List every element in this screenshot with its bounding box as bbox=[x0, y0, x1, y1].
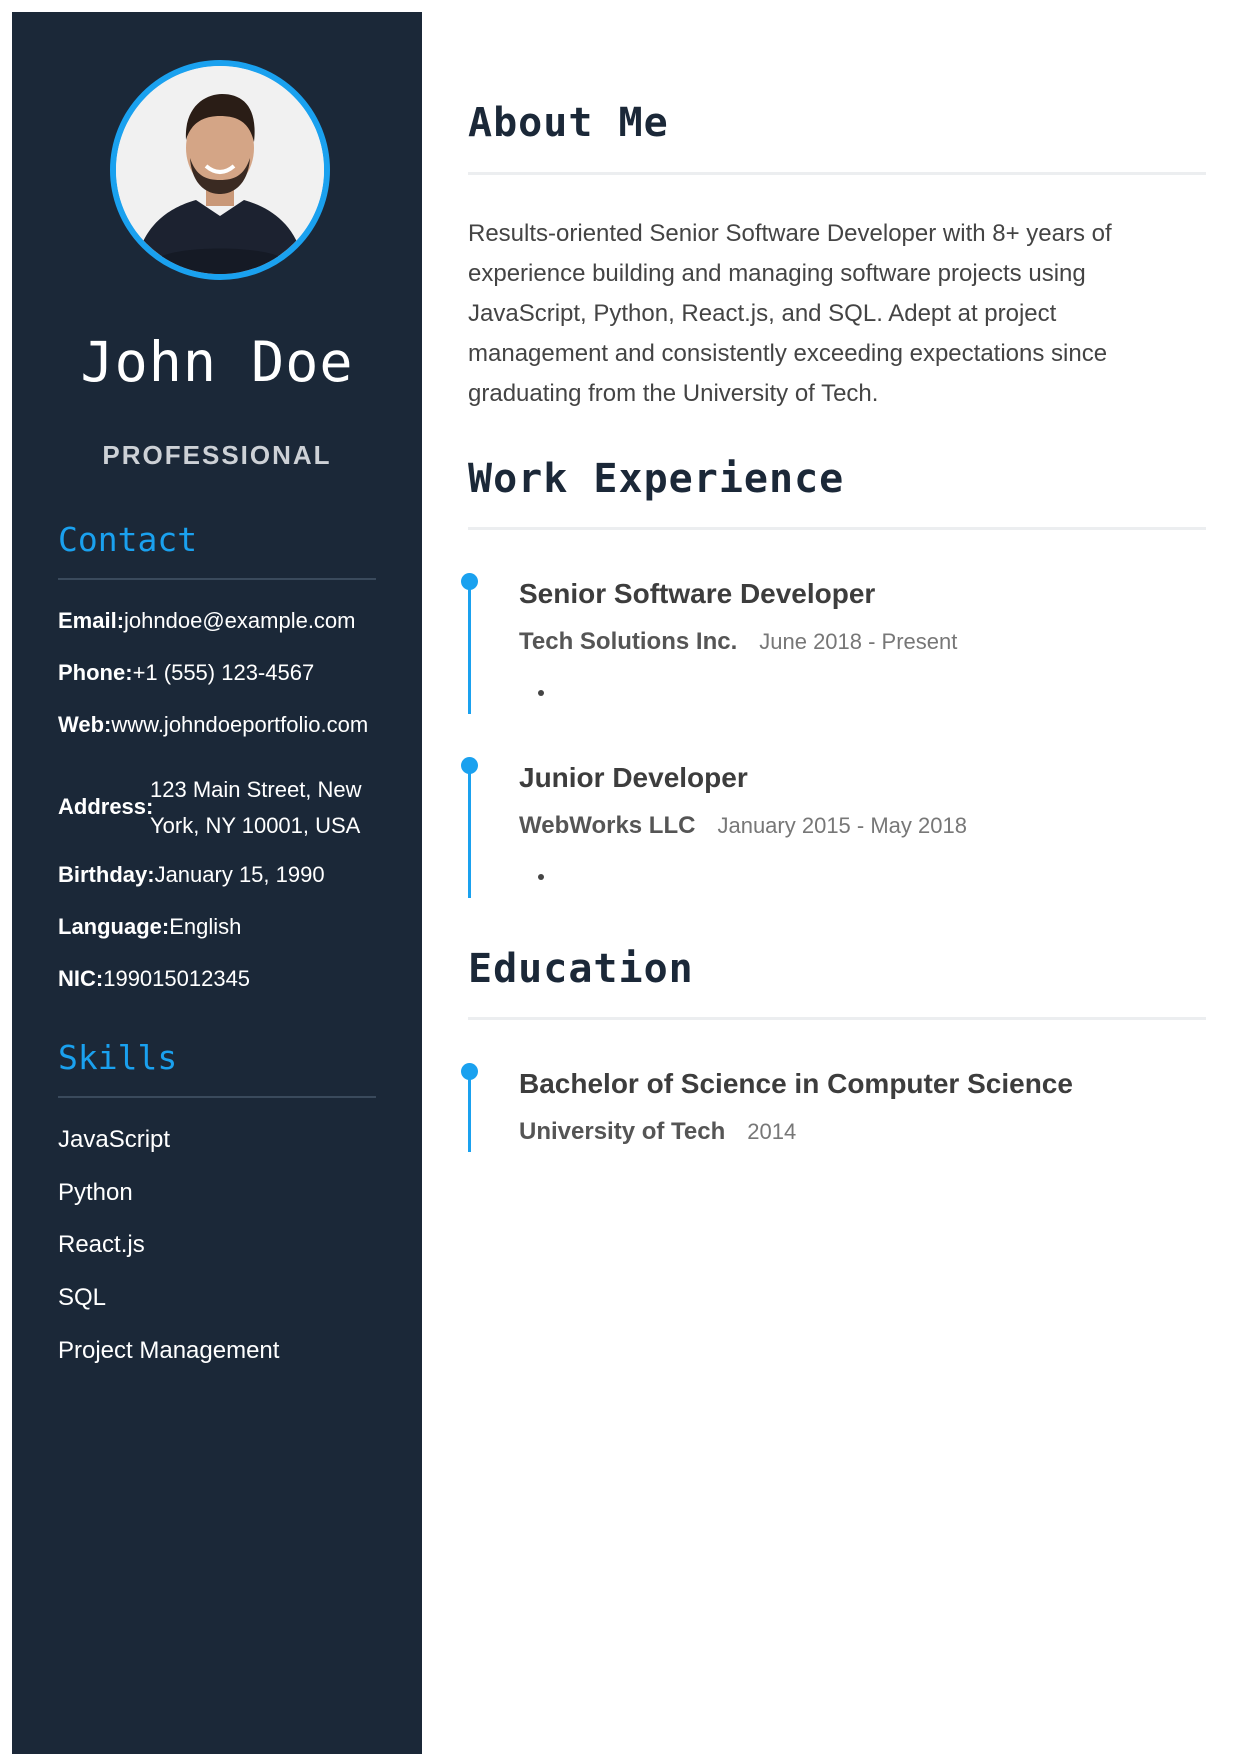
timeline-dot bbox=[461, 573, 478, 590]
web-label: Web: bbox=[58, 712, 112, 737]
work-heading: Work Experience bbox=[468, 456, 845, 502]
education-school: University of Tech bbox=[519, 1118, 726, 1145]
job-company: Tech Solutions Inc. bbox=[519, 628, 738, 655]
address-value: 123 Main Street, New York, NY 10001, USA bbox=[150, 777, 362, 838]
address-label: Address: bbox=[58, 794, 154, 819]
nic-value: 199015012345 bbox=[103, 966, 251, 991]
job-meta: WebWorks LLC January 2015 - May 2018 bbox=[519, 812, 967, 840]
email-label: Email: bbox=[58, 608, 125, 633]
web-value[interactable]: www.johndoeportfolio.com bbox=[111, 712, 368, 737]
contact-phone: Phone:+1 (555) 123-4567 bbox=[58, 660, 314, 686]
email-value[interactable]: johndoe@example.com bbox=[124, 608, 355, 633]
language-label: Language: bbox=[58, 914, 170, 939]
job-title: Junior Developer bbox=[519, 762, 748, 793]
phone-label: Phone: bbox=[58, 660, 133, 685]
education-meta: University of Tech 2014 bbox=[519, 1118, 796, 1146]
job-company: WebWorks LLC bbox=[519, 812, 696, 839]
birthday-value: January 15, 1990 bbox=[154, 862, 325, 887]
contact-birthday: Birthday:January 15, 1990 bbox=[58, 862, 325, 888]
timeline-line bbox=[468, 1072, 471, 1152]
work-divider bbox=[468, 527, 1206, 530]
bullet-point bbox=[538, 874, 544, 880]
education-heading: Education bbox=[468, 946, 694, 992]
timeline-dot bbox=[461, 1063, 478, 1080]
job-dates: June 2018 - Present bbox=[759, 629, 958, 654]
phone-value[interactable]: +1 (555) 123-4567 bbox=[133, 660, 315, 685]
about-text: Results-oriented Senior Software Develop… bbox=[468, 220, 1112, 407]
timeline-line bbox=[468, 582, 471, 714]
education-degree: Bachelor of Science in Computer Science bbox=[519, 1068, 1073, 1099]
contact-language: Language:English bbox=[58, 914, 241, 940]
skill-item: Python bbox=[58, 1179, 133, 1206]
contact-email: Email:johndoe@example.com bbox=[58, 608, 356, 634]
sidebar: John Doe PROFESSIONAL Contact Email:john… bbox=[12, 12, 422, 1754]
avatar-photo bbox=[116, 66, 324, 274]
language-value: English bbox=[169, 914, 242, 939]
timeline-dot bbox=[461, 757, 478, 774]
skill-item: Project Management bbox=[58, 1337, 280, 1364]
bullet-point bbox=[538, 690, 544, 696]
education-year: 2014 bbox=[747, 1119, 797, 1144]
education-divider bbox=[468, 1017, 1206, 1020]
job-meta: Tech Solutions Inc. June 2018 - Present bbox=[519, 628, 957, 656]
skill-item: SQL bbox=[58, 1284, 107, 1311]
contact-nic: NIC:199015012345 bbox=[58, 966, 250, 992]
job-dates: January 2015 - May 2018 bbox=[717, 813, 967, 838]
about-divider bbox=[468, 172, 1206, 175]
avatar bbox=[110, 60, 330, 280]
profile-name: John Doe bbox=[80, 330, 354, 394]
job-title: Senior Software Developer bbox=[519, 578, 876, 609]
skills-heading: Skills bbox=[58, 1038, 178, 1077]
profile-title: PROFESSIONAL bbox=[102, 440, 332, 470]
nic-label: NIC: bbox=[58, 966, 104, 991]
skill-item: React.js bbox=[58, 1231, 145, 1258]
about-heading: About Me bbox=[468, 100, 669, 146]
timeline-line bbox=[468, 766, 471, 898]
skills-divider bbox=[58, 1096, 376, 1098]
birthday-label: Birthday: bbox=[58, 862, 155, 887]
contact-heading: Contact bbox=[58, 520, 198, 559]
skill-item: JavaScript bbox=[58, 1126, 171, 1153]
contact-web: Web:www.johndoeportfolio.com bbox=[58, 712, 368, 738]
contact-divider bbox=[58, 578, 376, 580]
